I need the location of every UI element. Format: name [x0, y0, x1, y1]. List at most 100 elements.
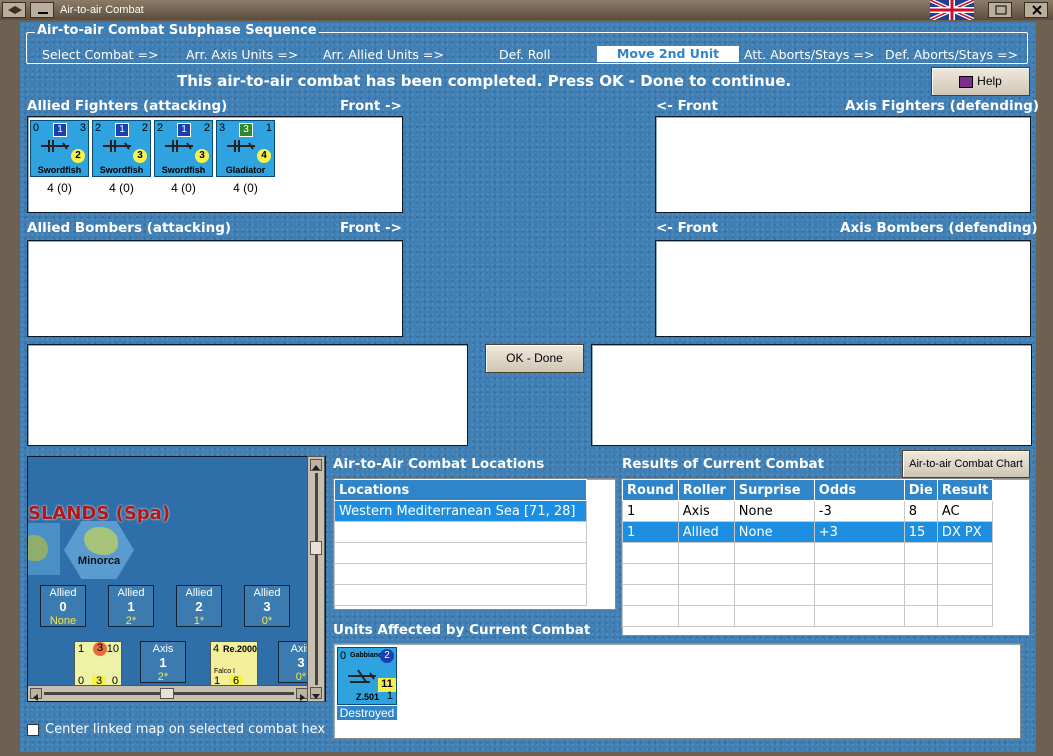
scroll-thumb-h[interactable] — [160, 688, 174, 699]
results-panel[interactable]: Round Roller Surprise Odds Die Result 1 Axis No… — [621, 478, 1030, 636]
allied-fighter-counter[interactable]: 0 1 3 2 Swordfish — [30, 120, 89, 177]
allied-message-box — [27, 344, 468, 446]
counter-right-value: 3 — [79, 122, 86, 134]
results-row-empty — [622, 584, 994, 606]
counter-circle: 2 — [71, 149, 85, 163]
results-column-header[interactable]: Die — [903, 479, 938, 501]
step-att-aborts: Att. Aborts/Stays => — [744, 47, 875, 62]
seaplane-icon — [348, 669, 376, 683]
axis-bombers-box[interactable] — [655, 240, 1031, 337]
results-cell — [903, 542, 938, 564]
close-button[interactable] — [1024, 2, 1048, 18]
results-cell: +3 — [813, 521, 905, 543]
cell-value: 1* — [193, 615, 205, 627]
results-column-header[interactable]: Round — [622, 479, 679, 501]
allied-bombers-label: Allied Bombers (attacking) — [27, 220, 232, 236]
linked-map[interactable]: SLANDS (Spa) Minorca Allied 0 None Allied 1 2… — [27, 456, 326, 702]
axis-fighters-label: Axis Fighters (defending) — [845, 98, 1040, 114]
counter-right-value: 1 — [265, 122, 272, 134]
results-column-header[interactable]: Roller — [677, 479, 735, 501]
minorca-hex[interactable]: Minorca — [64, 521, 134, 579]
minimize-button[interactable] — [30, 2, 54, 18]
results-cell: AC — [936, 500, 994, 522]
scroll-track-v[interactable] — [315, 473, 318, 685]
results-column-header[interactable]: Result — [936, 479, 994, 501]
affected-bottom: 1 — [386, 690, 393, 702]
allied-fighter-counter[interactable]: 2 1 2 3 Swordfish — [154, 120, 213, 177]
counter-name: Swordfish — [37, 165, 82, 175]
counter2-name: Re.2000 — [223, 644, 258, 654]
counter-badge: 1 — [53, 123, 67, 137]
fighter-count: 4 (0) — [233, 181, 258, 195]
map-allied-cell[interactable]: Allied 1 2* — [108, 585, 154, 627]
results-row[interactable]: 1 Axis None -3 8 AC — [622, 500, 994, 522]
map-hscrollbar[interactable] — [28, 685, 325, 701]
results-cell: Axis — [677, 500, 735, 522]
allied-fighters-box[interactable]: 0 1 3 2 Swordfish 4 (0) 2 1 2 3 Swordfish 4 (0) 2 1 2 3… — [27, 116, 403, 213]
cell-value: 0* — [261, 615, 273, 627]
cell-type: Axis — [152, 643, 174, 655]
axis-bombers-label: Axis Bombers (defending) — [840, 220, 1038, 236]
map-allied-cell[interactable]: Allied 0 None — [40, 585, 86, 627]
results-cell — [903, 563, 938, 585]
results-cell: 15 — [903, 521, 938, 543]
counter-circle: 3 — [133, 149, 147, 163]
results-cell — [677, 584, 735, 606]
map-allied-cell[interactable]: Allied 2 1* — [176, 585, 222, 627]
results-cell: -3 — [813, 500, 905, 522]
location-row-empty — [334, 542, 587, 564]
results-row[interactable]: 1 Allied None +3 15 DX PX — [622, 521, 994, 543]
results-cell: 1 — [622, 500, 679, 522]
location-row[interactable]: Western Mediterranean Sea [71, 28] — [334, 500, 587, 522]
ok-done-button[interactable]: OK - Done — [485, 344, 584, 373]
step-def-roll: Def. Roll — [499, 47, 551, 62]
cell-number: 1 — [127, 599, 135, 614]
map-vscrollbar[interactable] — [307, 456, 325, 702]
title-bar: Air-to-air Combat — [0, 0, 1053, 22]
cell-value: 2* — [157, 671, 169, 683]
results-cell: 1 — [622, 521, 679, 543]
map-axis-cell[interactable]: Axis 1 2* — [140, 641, 186, 683]
axis-fighters-box[interactable] — [655, 116, 1031, 213]
center-map-label: Center linked map on selected combat hex — [45, 722, 326, 737]
results-cell — [733, 563, 815, 585]
front-left-label-1: <- Front — [656, 98, 718, 114]
affected-units-box[interactable]: 0 Gabbiano 2 11 Z.501 1 Destroyed — [333, 643, 1021, 739]
restore-button[interactable] — [988, 2, 1012, 18]
results-cell — [677, 542, 735, 564]
results-row-empty — [622, 605, 994, 627]
cell-number: 0 — [59, 599, 67, 614]
step-arr-axis: Arr. Axis Units => — [186, 47, 299, 62]
counter-left-value: 0 — [33, 122, 40, 134]
cell-type: Allied — [117, 587, 145, 599]
biplane-icon — [103, 140, 131, 152]
combat-chart-button[interactable]: Air-to-air Combat Chart — [902, 450, 1030, 478]
fighter-count: 4 (0) — [47, 181, 72, 195]
scroll-down-arrow[interactable] — [310, 687, 322, 699]
locations-list[interactable]: Locations Western Mediterranean Sea [71,… — [333, 478, 616, 610]
allied-bombers-box[interactable] — [27, 240, 403, 337]
map-counter-1[interactable]: 1 3 10 0 3 0 — [74, 641, 122, 689]
results-column-header[interactable]: Surprise — [733, 479, 815, 501]
center-map-checkbox[interactable] — [27, 724, 39, 736]
counter-circle: 3 — [195, 149, 209, 163]
results-cell — [733, 542, 815, 564]
scroll-up-arrow[interactable] — [310, 459, 322, 471]
affected-code: Z.501 — [356, 692, 380, 702]
allied-fighter-counter[interactable]: 3 3 1 4 Gladiator — [216, 120, 275, 177]
results-cell: Allied — [677, 521, 735, 543]
results-column-header[interactable]: Odds — [813, 479, 905, 501]
map-counter-2[interactable]: 4 Re.2000 Falco I 1 6 — [210, 641, 258, 689]
scroll-thumb-v[interactable] — [310, 541, 322, 555]
help-label: Help — [977, 74, 1002, 88]
system-menu-button[interactable] — [2, 2, 26, 18]
affected-unit-counter[interactable]: 0 Gabbiano 2 11 Z.501 1 — [337, 647, 397, 705]
cell-number: 2 — [195, 599, 203, 614]
map-allied-cell[interactable]: Allied 3 0* — [244, 585, 290, 627]
scroll-left-arrow[interactable] — [30, 688, 42, 701]
allied-fighter-counter[interactable]: 2 1 2 3 Swordfish — [92, 120, 151, 177]
counter-circle: 4 — [257, 149, 271, 163]
front-right-label-2: Front -> — [340, 220, 402, 236]
step-arr-allied: Arr. Allied Units => — [323, 47, 444, 62]
help-button[interactable]: Help — [931, 67, 1030, 96]
